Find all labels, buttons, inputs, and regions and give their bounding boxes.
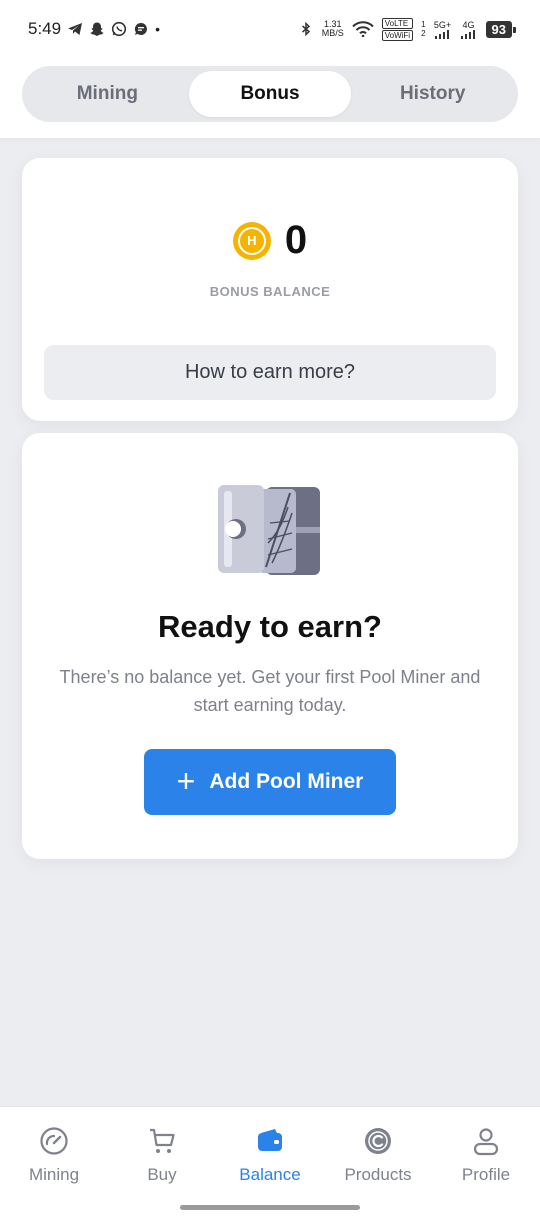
user-icon (470, 1125, 502, 1157)
wifi-icon (352, 21, 374, 38)
tab-history[interactable]: History (351, 71, 514, 117)
how-to-earn-more-button[interactable]: How to earn more? (44, 345, 496, 400)
nav-profile[interactable]: Profile (432, 1107, 540, 1218)
page: 5:49 • 1.31 MB/S VoLTE VoWiFi 1 2 5G+ 4G… (0, 0, 540, 1218)
nav-mining-label: Mining (28, 1165, 80, 1184)
status-right: 1.31 MB/S VoLTE VoWiFi 1 2 5G+ 4G 93 (298, 17, 517, 41)
status-time: 5:49 (28, 19, 62, 38)
cart-icon (146, 1125, 178, 1157)
network-speed: 1.31 MB/S (322, 20, 344, 38)
bluetooth-icon (298, 21, 314, 37)
net1-label: 5G+ (433, 19, 452, 30)
snapchat-icon (89, 21, 105, 37)
nav-products-label: Products (344, 1165, 412, 1184)
whatsapp-icon (111, 21, 127, 37)
nav-balance-label: Balance (239, 1165, 301, 1184)
speed-unit: MB/S (321, 28, 344, 38)
nav-balance[interactable]: Balance (216, 1107, 324, 1218)
status-bar: 5:49 • 1.31 MB/S VoLTE VoWiFi 1 2 5G+ 4G… (0, 0, 540, 58)
more-notifications-dot: • (155, 21, 160, 37)
balance-value: 0 (284, 218, 308, 262)
telegram-icon (67, 21, 83, 37)
signal-bars-2-icon (460, 29, 475, 39)
signal-sim2: 4G (460, 20, 478, 39)
plus-icon: + (176, 762, 196, 799)
h-coin-icon: H (232, 221, 271, 260)
volte-badges: VoLTE VoWiFi (381, 17, 414, 41)
coin-c-icon (362, 1125, 394, 1157)
sim2-label: 2 (421, 29, 426, 38)
chat-icon (133, 21, 149, 37)
tab-mining[interactable]: Mining (26, 71, 189, 117)
nav-buy[interactable]: Buy (108, 1107, 216, 1218)
empty-state-description: There’s no balance yet. Get your first P… (59, 667, 481, 715)
header: Mining Bonus History (0, 58, 540, 138)
status-left: 5:49 • (28, 19, 160, 39)
empty-state-card: Ready to earn? There’s no balance yet. G… (22, 433, 518, 859)
signal-sim1: 5G+ (434, 20, 452, 39)
balance-label: BONUS BALANCE (209, 284, 331, 299)
bonus-balance-card: H 0 BONUS BALANCE How to earn more? (22, 158, 518, 421)
add-pool-miner-button[interactable]: + Add Pool Miner (144, 749, 396, 815)
coin-letter: H (237, 226, 266, 255)
nav-products[interactable]: Products (324, 1107, 432, 1218)
battery-indicator: 93 (485, 20, 517, 38)
sim-indices: 1 2 (421, 20, 425, 38)
nav-mining[interactable]: Mining (0, 1107, 108, 1218)
nav-buy-label: Buy (147, 1165, 177, 1184)
volte-badge: VoLTE (381, 17, 414, 29)
net2-label: 4G (462, 19, 475, 30)
bottom-nav: Mining Buy Balance Products Profile (0, 1106, 540, 1218)
balance-row: H 0 (22, 218, 518, 263)
safe-illustration-icon (218, 485, 320, 575)
signal-bars-1-icon (434, 29, 449, 39)
sim1-label: 1 (421, 20, 426, 29)
segmented-tabs: Mining Bonus History (22, 66, 518, 122)
nav-profile-label: Profile (461, 1165, 511, 1184)
tab-bonus[interactable]: Bonus (188, 71, 352, 117)
vowifi-badge: VoWiFi (381, 29, 414, 41)
add-pool-miner-label: Add Pool Miner (209, 770, 364, 793)
wallet-icon (254, 1125, 286, 1157)
speedometer-icon (38, 1125, 70, 1157)
home-indicator[interactable] (180, 1205, 360, 1210)
empty-state-title: Ready to earn? (158, 609, 382, 644)
